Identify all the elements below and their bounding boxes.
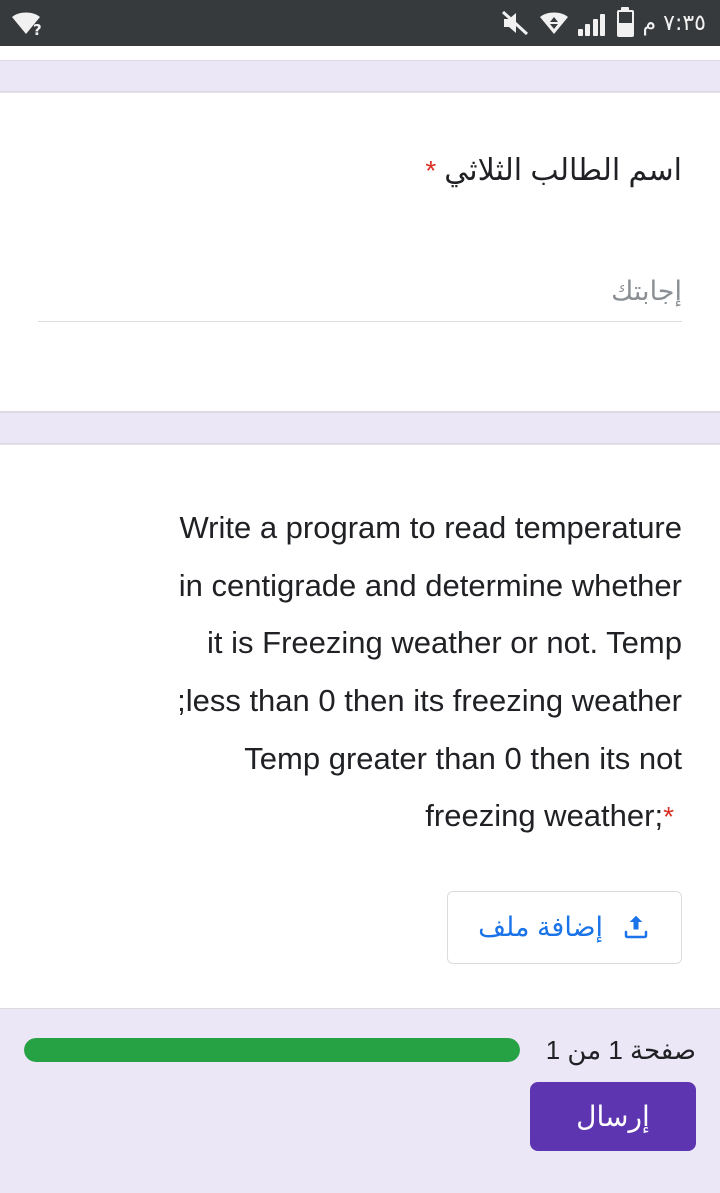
add-file-button[interactable]: إضافة ملف: [447, 890, 682, 964]
section-divider-top: [0, 60, 720, 92]
question-2-line-2: in centigrade and determine whether: [178, 567, 682, 603]
battery-icon: [616, 9, 634, 37]
status-bar: ? ٧:٣٥ م: [0, 0, 720, 46]
submit-row: إرسال: [0, 1066, 720, 1151]
question-2-line-6-row: *;freezing weather: [38, 787, 682, 845]
form-scroll-area[interactable]: اسم الطالب الثلاثي* Write a program to r…: [0, 46, 720, 1193]
question-2-line-5: Temp greater than 0 then its not: [244, 740, 682, 776]
cellular-signal-icon: [577, 10, 608, 36]
wifi-icon: [539, 10, 569, 36]
question-1-answer-input[interactable]: [38, 275, 682, 322]
page-indicator: صفحة 1 من 1: [545, 1034, 696, 1065]
question-card-2: Write a program to read temperature in c…: [0, 444, 720, 1009]
question-2-line-6: ;freezing weather: [425, 798, 664, 834]
status-bar-left: ?: [10, 9, 44, 39]
top-white-gap: [0, 46, 720, 60]
progress-row: صفحة 1 من 1: [0, 1009, 720, 1066]
submit-button[interactable]: إرسال: [530, 1081, 696, 1151]
add-file-button-label: إضافة ملف: [478, 911, 603, 942]
wifi-question-icon: ?: [10, 9, 44, 39]
svg-text:?: ?: [33, 21, 42, 37]
volume-mute-icon: [500, 10, 530, 36]
question-1-required-asterisk: *: [425, 155, 437, 186]
question-2-required-asterisk: *: [663, 801, 674, 833]
section-divider-middle: [0, 412, 720, 444]
form-footer: صفحة 1 من 1 إرسال: [0, 1008, 720, 1151]
question-1-title: اسم الطالب الثلاثي: [444, 154, 682, 187]
question-card-1: اسم الطالب الثلاثي*: [0, 92, 720, 412]
question-1-answer-wrap: [38, 275, 682, 322]
progress-bar-fill: [24, 1038, 520, 1063]
status-bar-clock: ٧:٣٥ م: [642, 10, 706, 36]
upload-icon: [621, 912, 651, 942]
question-2-line-4: less than 0 then its freezing weather;: [177, 682, 682, 718]
question-2-line-1: Write a program to read temperature: [179, 510, 682, 545]
status-bar-right: ٧:٣٥ م: [500, 9, 707, 37]
progress-bar: [24, 1038, 520, 1063]
question-2-line-3: it is Freezing weather or not. Temp: [207, 625, 682, 661]
upload-row: إضافة ملف: [38, 890, 682, 964]
question-1-title-row: اسم الطالب الثلاثي*: [38, 151, 682, 192]
question-2-text-block: Write a program to read temperature in c…: [38, 499, 682, 845]
